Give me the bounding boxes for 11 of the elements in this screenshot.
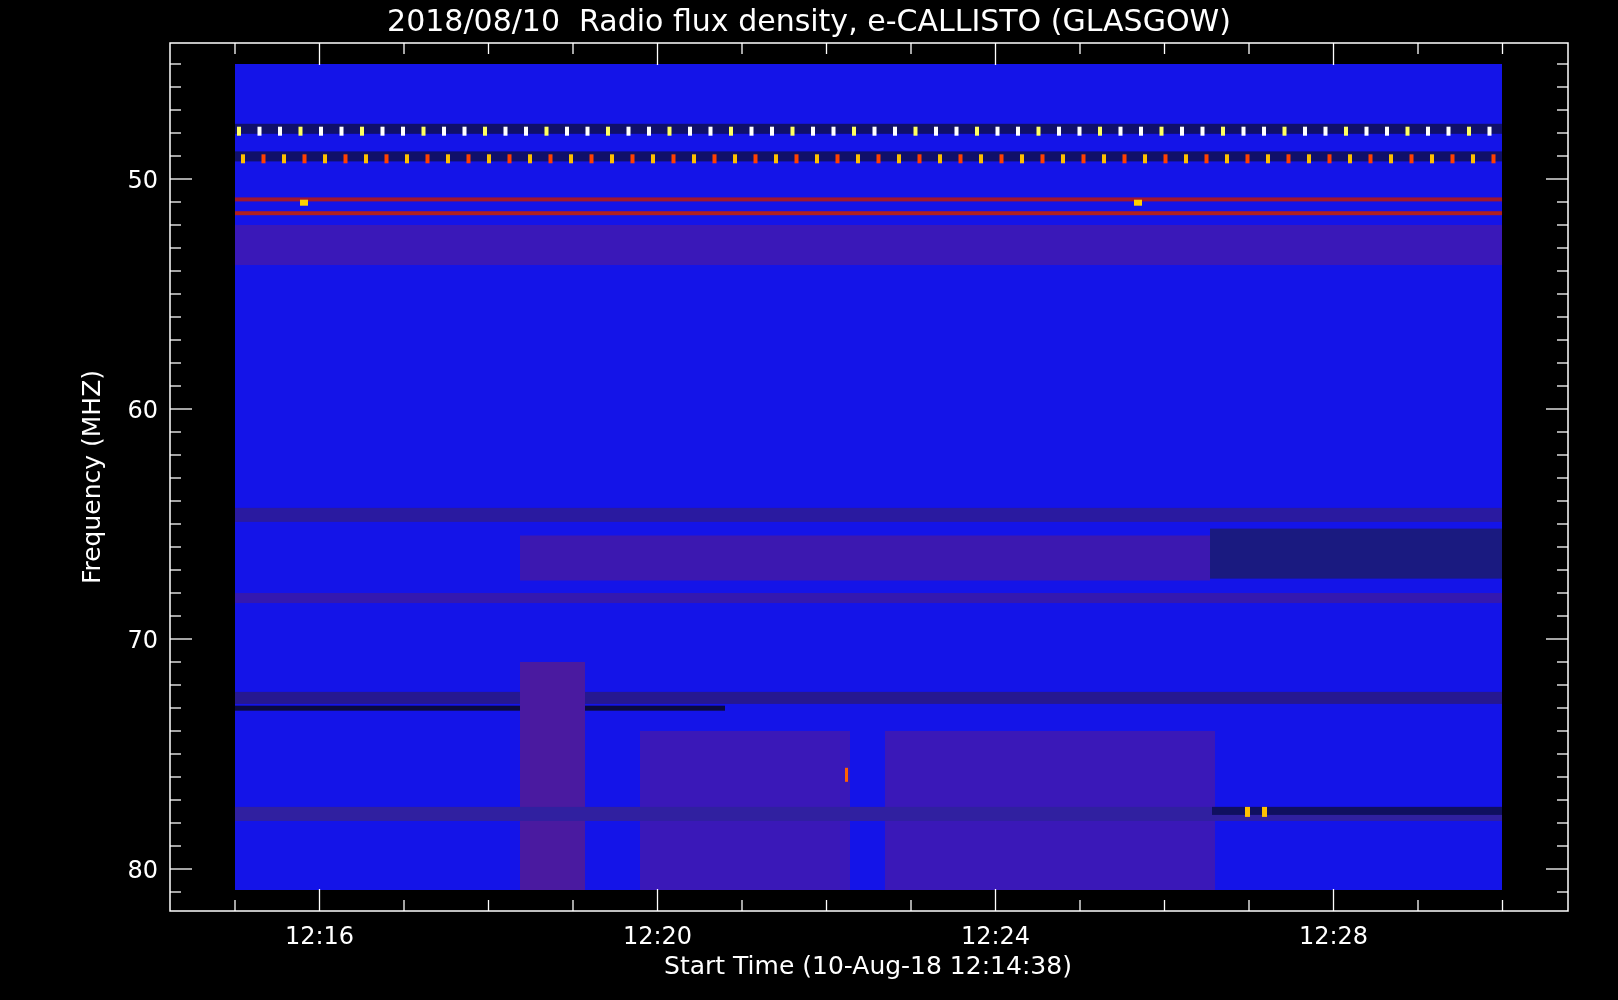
tick-label: 50	[127, 166, 158, 194]
tick-label: 80	[127, 856, 158, 884]
tick-label: 12:16	[284, 922, 355, 950]
tick-label: 12:20	[622, 922, 693, 950]
axis-title: Start Time (10-Aug-18 12:14:38)	[664, 951, 1072, 980]
tick-label: 60	[127, 396, 158, 424]
tick-label: 12:24	[960, 922, 1031, 950]
chart-title: 2018/08/10 Radio flux density, e-CALLISTO (GLASGOW)	[387, 3, 1231, 38]
tick-label: 70	[127, 626, 158, 654]
axis-title: Frequency (MHZ)	[77, 369, 106, 585]
tick-label: 12:28	[1298, 922, 1369, 950]
